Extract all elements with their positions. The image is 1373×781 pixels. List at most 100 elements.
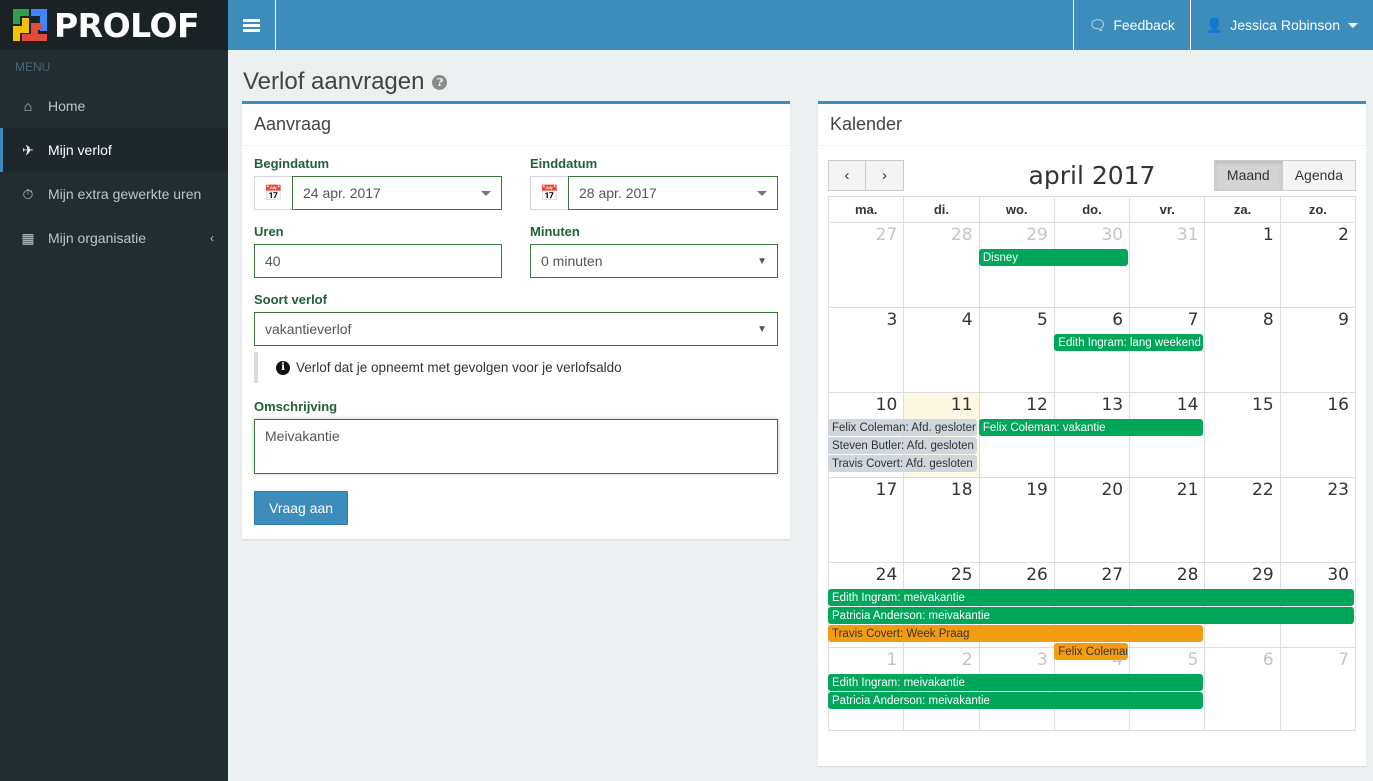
day-header: zo.	[1279, 196, 1357, 223]
calendar-day-cell[interactable]: 1	[1205, 223, 1281, 308]
question-mark-icon[interactable]: ?	[432, 74, 448, 90]
brand-name: PROLOF	[54, 5, 200, 45]
calendar-event[interactable]: Edith Ingram: meivakantie	[828, 674, 1204, 691]
plane-icon: ✈	[22, 141, 34, 158]
calendar-week-row: 10 11 12 13 14 15 16 Felix Coleman: Afd. geslot…	[828, 393, 1356, 478]
hamburger-icon[interactable]	[228, 0, 276, 50]
calendar-day-number: 7	[1338, 650, 1349, 670]
uren-group: Uren 40	[254, 224, 502, 278]
calendar-event-title: Edith Ingram: meivakantie	[832, 592, 965, 604]
calendar-event-title: Edith Ingram: lang weekend	[1058, 337, 1201, 349]
calendar-day-cell[interactable]: 5	[979, 308, 1055, 393]
sidebar-item-label: Mijn extra gewerkte uren	[48, 186, 202, 202]
calendar-event-title: Travis Covert: Week Praag	[832, 628, 970, 640]
calendar-day-number: 11	[950, 395, 973, 415]
calendar-event[interactable]: Travis Covert: Afd. gesloten	[828, 455, 977, 472]
calendar-day-cell[interactable]: 21	[1130, 478, 1206, 563]
calendar-day-cell[interactable]: 17	[828, 478, 905, 563]
calendar-day-number: 6	[1262, 650, 1274, 670]
calendar-day-cell[interactable]: 28	[904, 223, 980, 308]
chevron-down-icon	[1348, 22, 1358, 28]
calendar-icon[interactable]: 📅	[254, 176, 293, 210]
calendar-event[interactable]: Patricia Anderson: meivakantie	[828, 692, 1204, 709]
aanvraag-box-title: Aanvraag	[254, 114, 332, 134]
sidebar-item-extra-gewerkte-uren[interactable]: ⏱ Mijn extra gewerkte uren	[0, 172, 228, 216]
begindatum-input[interactable]: 24 apr. 2017	[292, 176, 502, 210]
calendar-day-cell[interactable]: 18	[904, 478, 980, 563]
calendar-day-number: 8	[1262, 310, 1274, 330]
calendar-icon[interactable]: 📅	[530, 176, 569, 210]
soort-verlof-select[interactable]: vakantieverlof ▼	[254, 312, 778, 346]
calendar-day-cell[interactable]: 4	[904, 308, 980, 393]
chevron-down-icon: ▼	[757, 323, 767, 335]
calendar-day-cell[interactable]: 16	[1280, 393, 1356, 478]
calendar-week-row: 17 18 19 20 21 22 23	[828, 478, 1356, 563]
page-title-text: Verlof aanvragen	[243, 68, 425, 95]
prev-month-button[interactable]: ‹	[828, 159, 866, 191]
omschrijving-textarea[interactable]	[254, 419, 778, 474]
page-title: Verlof aanvragen ?	[228, 50, 1373, 96]
kalender-box: Kalender ‹ › april 2017 Maand Agenda ma.	[818, 101, 1366, 766]
calendar-event[interactable]: Felix Coleman: vakantie	[978, 419, 1204, 436]
day-header: do.	[1053, 196, 1131, 223]
calendar-day-cell[interactable]: 15	[1205, 393, 1281, 478]
day-header: ma.	[827, 196, 905, 223]
begindatum-group: Begindatum 📅 24 apr. 2017	[254, 156, 502, 210]
sidebar-item-label: Home	[48, 98, 86, 114]
calendar-day-cell[interactable]: 2	[1280, 223, 1356, 308]
calendar-day-number: 1	[1262, 225, 1274, 245]
calendar-day-number: 28	[950, 225, 973, 245]
calendar-day-cell[interactable]: 31	[1130, 223, 1206, 308]
omschrijving-group: Omschrijving	[254, 399, 778, 477]
soort-verlof-label: Soort verlof	[254, 292, 327, 307]
sidebar-item-mijn-verlof[interactable]: ✈ Mijn verlof	[0, 128, 228, 172]
sidebar-item-home[interactable]: ⌂ Home	[0, 84, 228, 128]
calendar-event[interactable]: Disney	[978, 249, 1128, 266]
calendar-day-cell[interactable]: 19	[979, 478, 1055, 563]
feedback-button[interactable]: 🗨 Feedback	[1072, 0, 1190, 50]
calendar-day-number: 30	[1101, 225, 1124, 245]
calendar-day-cell[interactable]: 8	[1205, 308, 1281, 393]
calendar-week-row: 24 25 26 27 28 29 30 Edith Ingram: meivakantie P…	[828, 563, 1356, 660]
calendar-day-cell[interactable]: 23	[1280, 478, 1356, 563]
begindatum-input-group[interactable]: 📅 24 apr. 2017	[254, 176, 502, 210]
minuten-value: 0 minuten	[541, 253, 603, 269]
building-icon: ▦	[21, 229, 35, 246]
calendar-event[interactable]: Felix Coleman: Afd. gesloten	[828, 419, 977, 436]
calendar-day-number: 21	[1176, 480, 1199, 500]
vraag-aan-button[interactable]: Vraag aan	[254, 491, 349, 525]
calendar-day-cell[interactable]: 3	[828, 308, 905, 393]
user-menu-button[interactable]: 👤 Jessica Robinson	[1189, 0, 1373, 50]
calendar-day-number: 29	[1026, 225, 1048, 245]
sidebar-item-mijn-organisatie[interactable]: ▦ Mijn organisatie ‹	[0, 216, 228, 260]
calendar-event[interactable]: Edith Ingram: meivakantie	[828, 589, 1354, 606]
calendar-event[interactable]: Edith Ingram: lang weekend	[1054, 334, 1204, 351]
einddatum-input[interactable]: 28 apr. 2017	[568, 176, 778, 210]
sidebar-item-label: Mijn verlof	[48, 142, 112, 158]
calendar-day-cell[interactable]: 20	[1054, 478, 1131, 563]
info-icon: i	[276, 360, 290, 375]
calendar-day-cell[interactable]: 22	[1205, 478, 1281, 563]
navbar-right: 🗨 Feedback 👤 Jessica Robinson	[1072, 0, 1373, 50]
brand-logo[interactable]: PROLOF	[0, 0, 228, 50]
calendar-event[interactable]: Felix Coleman	[1054, 643, 1128, 660]
einddatum-input-group[interactable]: 📅 28 apr. 2017	[530, 176, 778, 210]
calendar-day-cell[interactable]: 9	[1280, 308, 1356, 393]
calendar-event[interactable]: Travis Covert: Week Praag	[828, 625, 1204, 642]
minuten-select[interactable]: 0 minuten ▼	[530, 244, 778, 278]
calendar-event[interactable]: Patricia Anderson: meivakantie	[828, 607, 1354, 624]
uren-input[interactable]: 40	[254, 244, 502, 278]
feedback-label: Feedback	[1113, 17, 1175, 33]
next-month-button[interactable]: ›	[866, 159, 904, 191]
calendar-event[interactable]: Steven Butler: Afd. gesloten	[828, 437, 977, 454]
hamburger-bar	[243, 18, 260, 22]
calendar-day-number: 10	[875, 395, 898, 415]
calendar-day-number: 5	[1037, 310, 1048, 330]
view-agenda-button[interactable]: Agenda	[1282, 159, 1356, 191]
calendar-day-cell[interactable]: 27	[828, 223, 905, 308]
calendar-day-number: 26	[1026, 565, 1048, 585]
calendar-day-cell[interactable]: 6	[1205, 648, 1281, 731]
calendar-day-cell[interactable]: 7	[1280, 648, 1356, 731]
menu-section-label: MENU	[0, 50, 228, 84]
view-maand-button[interactable]: Maand	[1213, 159, 1283, 191]
